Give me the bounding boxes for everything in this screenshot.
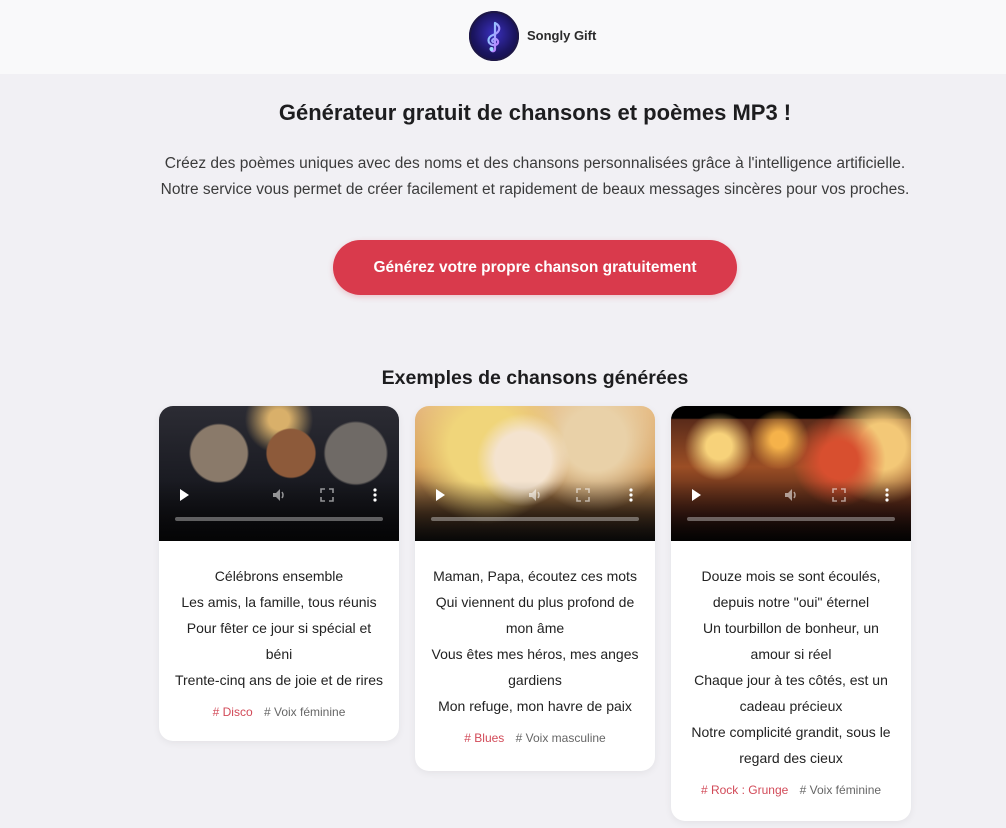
more-options-icon[interactable]	[366, 486, 384, 504]
hero-description-line: Créez des poèmes uniques avec des noms e…	[164, 155, 906, 172]
volume-icon[interactable]	[526, 486, 544, 504]
page-title: Générateur gratuit de chansons et poèmes…	[278, 100, 792, 125]
more-options-icon[interactable]	[622, 486, 640, 504]
lyric-line: Pour fêter ce jour si spécial et béni	[186, 620, 372, 662]
lyric-line: Notre complicité grandit, sous le regard…	[691, 724, 891, 766]
lyric-line: Douze mois se sont écoulés, depuis notre…	[701, 568, 881, 610]
fullscreen-icon[interactable]	[574, 486, 592, 504]
genre-tag[interactable]: # Blues	[464, 731, 504, 745]
voice-tag[interactable]: # Voix féminine	[264, 705, 345, 719]
lyric-line: Un tourbillon de bonheur, un amour si ré…	[703, 620, 879, 662]
genre-tag[interactable]: # Rock : Grunge	[701, 783, 788, 797]
lyric-line: Trente-cinq ans de joie et de rires	[174, 672, 384, 688]
volume-icon[interactable]	[782, 486, 800, 504]
lyric-line: Les amis, la famille, tous réunis	[181, 594, 377, 610]
lyric-line: Célébrons ensemble	[214, 568, 344, 584]
video-progress-bar[interactable]	[687, 517, 895, 521]
hero-description: Créez des poèmes uniques avec des noms e…	[0, 151, 1006, 203]
play-icon[interactable]	[687, 486, 705, 504]
voice-tag[interactable]: # Voix féminine	[800, 783, 881, 797]
genre-tag[interactable]: # Disco	[213, 705, 253, 719]
top-bar: Songly Gift	[0, 0, 1006, 74]
fullscreen-icon[interactable]	[830, 486, 848, 504]
song-example-card: Maman, Papa, écoutez ces mots Qui vienne…	[415, 406, 655, 771]
tag-list: # Blues # Voix masculine	[415, 731, 655, 771]
video-player[interactable]	[159, 406, 399, 541]
play-icon[interactable]	[175, 486, 193, 504]
video-player[interactable]	[671, 406, 911, 541]
lyrics: Douze mois se sont écoulés, depuis notre…	[671, 541, 911, 771]
voice-tag[interactable]: # Voix masculine	[516, 731, 606, 745]
brand-name[interactable]: Songly Gift	[527, 28, 596, 43]
lyrics: Maman, Papa, écoutez ces mots Qui vienne…	[415, 541, 655, 719]
generate-song-button[interactable]: Générez votre propre chanson gratuitemen…	[333, 240, 737, 295]
tag-list: # Disco # Voix féminine	[159, 705, 399, 741]
lyrics: Célébrons ensemble Les amis, la famille,…	[159, 541, 399, 693]
video-progress-bar[interactable]	[175, 517, 383, 521]
more-options-icon[interactable]	[878, 486, 896, 504]
song-example-card: Douze mois se sont écoulés, depuis notre…	[671, 406, 911, 821]
play-icon[interactable]	[431, 486, 449, 504]
hero-description-line: Notre service vous permet de créer facil…	[160, 181, 910, 198]
lyric-line: Chaque jour à tes côtés, est un cadeau p…	[694, 672, 888, 714]
volume-icon[interactable]	[270, 486, 288, 504]
fullscreen-icon[interactable]	[318, 486, 336, 504]
song-example-card: Célébrons ensemble Les amis, la famille,…	[159, 406, 399, 741]
lyric-line: Qui viennent du plus profond de mon âme	[435, 594, 635, 636]
video-progress-bar[interactable]	[431, 517, 639, 521]
examples-title: Exemples de chansons générées	[381, 367, 689, 389]
lyric-line: Mon refuge, mon havre de paix	[438, 698, 632, 714]
music-note-icon[interactable]	[469, 11, 519, 61]
lyric-line: Maman, Papa, écoutez ces mots	[433, 568, 637, 584]
video-player[interactable]	[415, 406, 655, 541]
tag-list: # Rock : Grunge # Voix féminine	[671, 783, 911, 821]
lyric-line: Vous êtes mes héros, mes anges gardiens	[431, 646, 639, 688]
